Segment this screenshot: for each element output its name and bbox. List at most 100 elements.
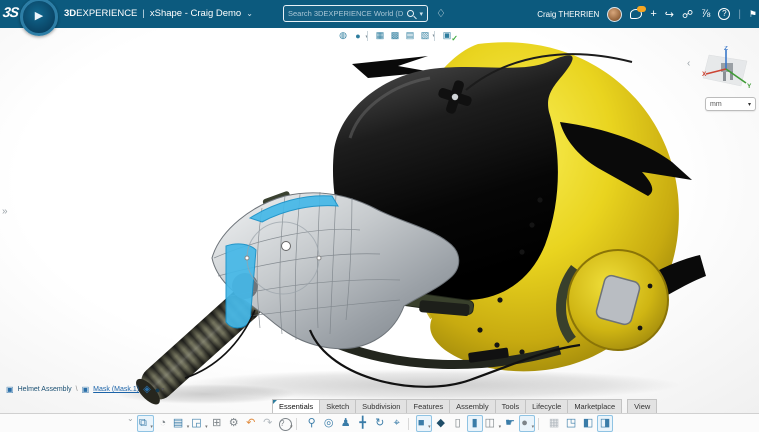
axis-z-label: Z: [724, 46, 728, 52]
left-panel-expand-icon[interactable]: »: [2, 206, 8, 217]
screen-capture-icon[interactable]: ◳: [563, 416, 579, 431]
add-icon[interactable]: +: [650, 8, 656, 20]
app-title[interactable]: 3DEXPERIENCE | xShape - Craig Demo ⌄: [64, 8, 253, 19]
axis-x-label: X: [702, 71, 707, 78]
avatar[interactable]: [607, 7, 622, 22]
breadcrumb-root[interactable]: Helmet Assembly: [18, 386, 72, 393]
tab-sketch[interactable]: Sketch: [320, 399, 356, 413]
tab-marketplace[interactable]: Marketplace: [568, 399, 622, 413]
chevron-down-icon[interactable]: ⌄: [246, 9, 253, 18]
control-point[interactable]: [282, 242, 291, 251]
subdivision-sphere-icon[interactable]: ◆: [433, 416, 449, 431]
context-sphere-icon: ●: [155, 385, 160, 395]
notifications-icon[interactable]: [630, 9, 642, 19]
rotate-icon[interactable]: ↻: [372, 416, 388, 431]
view-settings-icon[interactable]: ▦: [374, 30, 386, 41]
chevron-down-icon: ▾: [748, 101, 751, 108]
title-brand-bold: 3D: [64, 8, 76, 19]
viewport-toolbar: ◍● ▦▩▤▧ ▣: [337, 30, 453, 41]
breadcrumb: ▣ Helmet Assembly \ ▣ Mask (Mask.1) ◈ ● …: [6, 384, 164, 395]
compass-collapse-icon[interactable]: ‹: [687, 58, 690, 69]
title-app-name: xShape - Craig Demo: [150, 8, 241, 19]
top-bar: 3S ▶ 3DEXPERIENCE | xShape - Craig Demo ⌄ ▾…: [0, 0, 759, 28]
divider: |: [738, 9, 741, 20]
globe-icon[interactable]: ◎: [321, 416, 337, 431]
section-view-icon[interactable]: ▩: [389, 30, 401, 41]
frame-view-icon[interactable]: ▤: [404, 30, 416, 41]
immersive-view-icon[interactable]: ◨: [597, 415, 613, 432]
validate-icon[interactable]: ▣: [441, 30, 453, 41]
share-icon[interactable]: ↪: [665, 8, 674, 21]
pan-icon[interactable]: ╋: [355, 416, 371, 431]
3ds-logo[interactable]: 3S: [2, 4, 19, 20]
tab-features[interactable]: Features: [407, 399, 450, 413]
action-bar: ⌄ ⧉◔▤◲⊞⚙↶↷? ⚲◎♟╋↻⌖ ■◆▯▮◫☛● ▦◳◧◨: [0, 413, 759, 432]
action-bar-icons: ⧉◔▤◲⊞⚙↶↷? ⚲◎♟╋↻⌖ ■◆▯▮◫☛● ▦◳◧◨: [137, 415, 613, 432]
render-style-icon[interactable]: ◫: [484, 416, 501, 431]
screen-hand-icon[interactable]: ◧: [580, 416, 596, 431]
save-icon[interactable]: ▤: [172, 416, 189, 431]
breadcrumb-separator: \: [76, 386, 78, 393]
part-cube-icon: ▣: [82, 385, 90, 394]
shaded-cube-icon[interactable]: ■: [416, 415, 432, 432]
tab-assembly[interactable]: Assembly: [450, 399, 496, 413]
propagate-icon[interactable]: ⊞: [209, 416, 225, 431]
search-input[interactable]: [284, 9, 407, 18]
grid-icon[interactable]: ▦: [546, 416, 562, 431]
assembly-cube-icon: ▣: [6, 385, 14, 394]
search-box: ▾: [283, 5, 428, 22]
user-name[interactable]: Craig THERRIEN: [537, 10, 599, 19]
tag-icon[interactable]: ♢: [436, 7, 446, 20]
pointer-hand-icon[interactable]: ☛: [502, 416, 518, 431]
separator: [408, 418, 413, 430]
wireframe-cylinder-icon[interactable]: ▯: [450, 416, 466, 431]
separator: [367, 31, 371, 41]
robot-axes-triad[interactable]: Z X Y: [699, 46, 755, 96]
separator: [296, 418, 301, 430]
import-export-icon[interactable]: ◲: [190, 416, 207, 431]
units-dropdown[interactable]: mm ▾: [705, 97, 756, 111]
new-content-icon[interactable]: ⧉: [137, 415, 154, 432]
settings-gear-icon[interactable]: ⚙: [226, 416, 242, 431]
user-cluster: Craig THERRIEN + ↪ ☍ ⅞ ? | ⚑: [537, 0, 757, 28]
tab-tools[interactable]: Tools: [496, 399, 527, 413]
key-search-icon[interactable]: ⚲: [304, 416, 320, 431]
tab-subdivision[interactable]: Subdivision: [356, 399, 407, 413]
share-network-icon[interactable]: ☍: [682, 8, 693, 21]
help-icon[interactable]: ?: [718, 8, 730, 20]
display-sphere-icon[interactable]: ●: [352, 31, 364, 41]
camera-view-icon[interactable]: ▧: [419, 30, 431, 41]
platform-tools-icon[interactable]: ⅞: [701, 8, 710, 20]
play-icon: ▶: [23, 9, 55, 22]
pin-icon[interactable]: ⚑: [749, 9, 757, 20]
undo-icon[interactable]: ↶: [243, 416, 259, 431]
render-mode-icon[interactable]: ◍: [337, 30, 349, 41]
xshape-app-icon[interactable]: ◈: [143, 384, 151, 395]
separator: [434, 31, 438, 41]
title-separator: |: [142, 8, 144, 19]
workbench-tabs: EssentialsSketchSubdivisionFeaturesAssem…: [272, 399, 657, 413]
title-brand: EXPERIENCE: [76, 8, 137, 19]
help-icon[interactable]: ?: [277, 416, 293, 431]
material-sphere-icon[interactable]: ●: [519, 415, 535, 432]
units-value: mm: [710, 101, 722, 108]
shaded-cylinder-icon[interactable]: ▮: [467, 415, 483, 432]
redo-icon[interactable]: ↷: [260, 416, 276, 431]
collapse-toolbar-icon[interactable]: ⌄: [127, 414, 134, 423]
history-icon[interactable]: ◔: [155, 416, 171, 431]
axis-y-label: Y: [747, 83, 752, 90]
breadcrumb-active-part[interactable]: Mask (Mask.1): [93, 386, 139, 393]
search-icon[interactable]: [407, 10, 414, 17]
chevron-down-icon: ▾: [161, 386, 164, 393]
notification-badge: [637, 6, 646, 12]
tab-view[interactable]: View: [627, 399, 657, 413]
walk-icon[interactable]: ♟: [338, 416, 354, 431]
3d-viewport[interactable]: ◍●▦▩▤▧▣ » ‹ Z X Y mm ▾ ▣ Helmet Assembly…: [0, 28, 759, 413]
search-caret-icon[interactable]: ▾: [419, 10, 423, 18]
tab-essentials[interactable]: Essentials: [272, 399, 320, 413]
zoom-icon[interactable]: ⌖: [389, 416, 405, 431]
separator: [538, 418, 543, 430]
tab-lifecycle[interactable]: Lifecycle: [526, 399, 568, 413]
context-menu-icon[interactable]: ● ▾: [155, 385, 164, 395]
helmet-model[interactable]: [0, 28, 759, 413]
